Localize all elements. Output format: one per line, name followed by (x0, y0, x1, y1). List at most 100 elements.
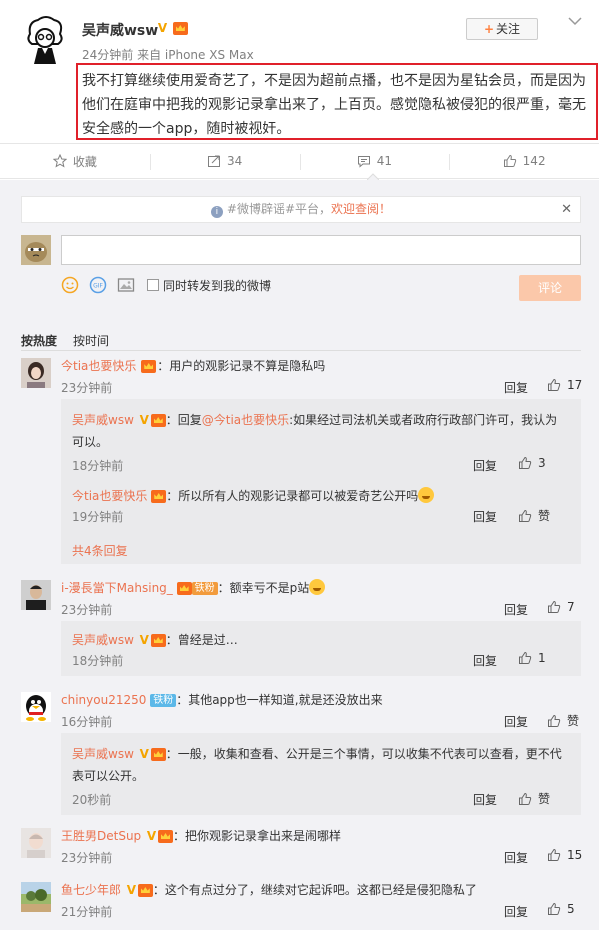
comment-time: 23分钟前 (61, 603, 113, 617)
repost-button[interactable]: 34 (149, 144, 300, 178)
author-avatar[interactable] (20, 14, 70, 64)
reply-like-button[interactable]: 赞 (518, 507, 550, 524)
vip-crown-icon (151, 490, 167, 503)
fan-badge: 铁粉 (191, 582, 218, 595)
verified-v-icon: V (139, 633, 149, 647)
reply-item: 吴声威wsw V ：曾经是过… 18分钟前 回复 1 (61, 631, 581, 671)
reply-button[interactable]: 回复 (473, 791, 497, 808)
commenter-name[interactable]: 鱼七少年郎 (61, 883, 121, 897)
reply-button[interactable]: 回复 (504, 849, 528, 866)
plus-icon: + (483, 22, 495, 36)
emoji-icon[interactable] (61, 276, 79, 294)
comment-header: 鱼七少年郎 V ：这个有点过分了，继续对它起诉吧。这都已经是侵犯隐私了 (61, 881, 477, 898)
rumor-notice: i #微博辟谣#平台，欢迎查阅！ ✕ (21, 196, 581, 223)
reply-text: ：曾经是过… (165, 633, 238, 647)
author-badges: V (156, 21, 188, 35)
commenter-name[interactable]: 今tia也要快乐 (61, 359, 136, 373)
comment-like-button[interactable]: 5 (547, 902, 575, 916)
comment-input[interactable] (61, 235, 581, 265)
comment-like-button[interactable]: 15 (547, 848, 582, 862)
favorite-label: 收藏 (72, 154, 97, 169)
comment-area: i #微博辟谣#平台，欢迎查阅！ ✕ GIF 同时转发到我的微博 评论 按热度 按时… (0, 180, 599, 930)
reply-thread: 吴声威wsw V ：曾经是过… 18分钟前 回复 1 (61, 621, 581, 676)
repost-count: 34 (226, 154, 243, 168)
emoji-icon (418, 487, 435, 503)
like-count: 142 (522, 154, 546, 168)
repost-checkbox[interactable] (147, 279, 159, 291)
commenter-name[interactable]: i-漫長當下Mahsing_ (61, 581, 173, 595)
vip-crown-icon (150, 414, 166, 427)
comment-header: 王胜男DetSup V ：把你观影记录拿出来是闹哪样 (61, 827, 341, 844)
gif-icon[interactable]: GIF (89, 276, 107, 294)
submit-comment-button[interactable]: 评论 (519, 275, 581, 301)
reply-like-count: 1 (538, 651, 546, 665)
reply-button[interactable]: 回复 (473, 508, 497, 525)
reply-prefix: ：回复 (165, 413, 202, 427)
vip-crown-icon (137, 884, 153, 897)
comment-like-button[interactable]: 赞 (547, 712, 579, 729)
replier-name[interactable]: 吴声威wsw (72, 747, 134, 761)
verified-v-icon: V (139, 747, 149, 761)
comment-like-count: 赞 (567, 714, 580, 728)
current-user-avatar (21, 235, 51, 265)
replier-name[interactable]: 今tia也要快乐 (72, 489, 147, 503)
tab-sort-hot[interactable]: 按热度 (21, 334, 57, 348)
close-icon[interactable]: ✕ (561, 197, 572, 222)
verified-v-icon: V (157, 21, 168, 35)
comment-like-count: 17 (567, 378, 583, 392)
thumbs-up-icon (548, 378, 561, 391)
favorite-button[interactable]: 收藏 (0, 144, 150, 178)
reply-item: 吴声威wsw V ：一般，收集和查看、公开是三个事情，可以收集不代表可以查看，更不… (61, 743, 581, 813)
like-button[interactable]: 142 (449, 144, 599, 178)
commenter-name[interactable]: chinyou21250 (61, 693, 146, 707)
reply-like-button[interactable]: 1 (518, 651, 546, 665)
sort-divider (21, 350, 581, 351)
reply-like-count: 3 (538, 456, 546, 470)
reply-like-button[interactable]: 3 (518, 456, 546, 470)
follow-button[interactable]: + 关注 (466, 18, 538, 40)
reply-button[interactable]: 回复 (473, 457, 497, 474)
comment-time: 21分钟前 (61, 905, 113, 919)
replier-name[interactable]: 吴声威wsw (72, 413, 134, 427)
verified-v-icon: V (126, 883, 136, 897)
commenter-name[interactable]: 王胜男DetSup (61, 829, 141, 843)
vip-crown-icon (150, 634, 166, 647)
tab-sort-time[interactable]: 按时间 (73, 334, 109, 348)
notice-link[interactable]: 欢迎查阅！ (331, 202, 391, 216)
reply-header: 今tia也要快乐 ：所以所有人的观影记录都可以被爱奇艺公开吗 (72, 487, 435, 504)
fan-badge: 铁粉 (150, 694, 177, 707)
comment-time: 23分钟前 (61, 851, 113, 865)
commenter-avatar[interactable] (21, 882, 51, 912)
composer-tools: GIF 同时转发到我的微博 (61, 276, 271, 294)
reply-button[interactable]: 回复 (504, 903, 528, 920)
commenter-avatar[interactable] (21, 358, 51, 388)
commenter-avatar[interactable] (21, 828, 51, 858)
reply-time: 19分钟前 (72, 510, 124, 524)
replier-name[interactable]: 吴声威wsw (72, 633, 134, 647)
reply-button[interactable]: 回复 (473, 652, 497, 669)
reply-button[interactable]: 回复 (504, 379, 528, 396)
reply-mention[interactable]: @今tia也要快乐 (202, 413, 289, 427)
reply-button[interactable]: 回复 (504, 713, 528, 730)
more-replies-link[interactable]: 共4条回复 (72, 542, 128, 559)
comment-text: ：其他app也一样知道,就是还没放出来 (176, 693, 383, 707)
info-icon: i (210, 206, 223, 218)
reply-button[interactable]: 回复 (504, 601, 528, 618)
comment-header: chinyou21250 铁粉 ：其他app也一样知道,就是还没放出来 (61, 691, 383, 708)
commenter-avatar[interactable] (21, 580, 51, 610)
comment-text: ：用户的观影记录不算是隐私吗 (157, 359, 326, 373)
reply-time: 18分钟前 (72, 654, 124, 668)
vip-crown-icon (141, 360, 157, 373)
sort-tabs: 按热度 按时间 (21, 332, 125, 349)
comment-text: ：这个有点过分了，继续对它起诉吧。这都已经是侵犯隐私了 (152, 883, 477, 897)
image-icon[interactable] (117, 276, 135, 294)
author-name[interactable]: 吴声威wsw (82, 20, 158, 40)
chevron-down-icon[interactable] (566, 14, 584, 28)
reply-like-button[interactable]: 赞 (518, 790, 550, 807)
commenter-avatar[interactable] (21, 692, 51, 722)
comment-header: 今tia也要快乐 ：用户的观影记录不算是隐私吗 (61, 357, 325, 374)
comment-like-button[interactable]: 17 (547, 378, 582, 392)
reply-thread: 吴声威wsw V ：回复@今tia也要快乐:如果经过司法机关或者政府行政部门许可，… (61, 399, 581, 564)
reply-time: 20秒前 (72, 793, 112, 807)
comment-like-button[interactable]: 7 (547, 600, 575, 614)
